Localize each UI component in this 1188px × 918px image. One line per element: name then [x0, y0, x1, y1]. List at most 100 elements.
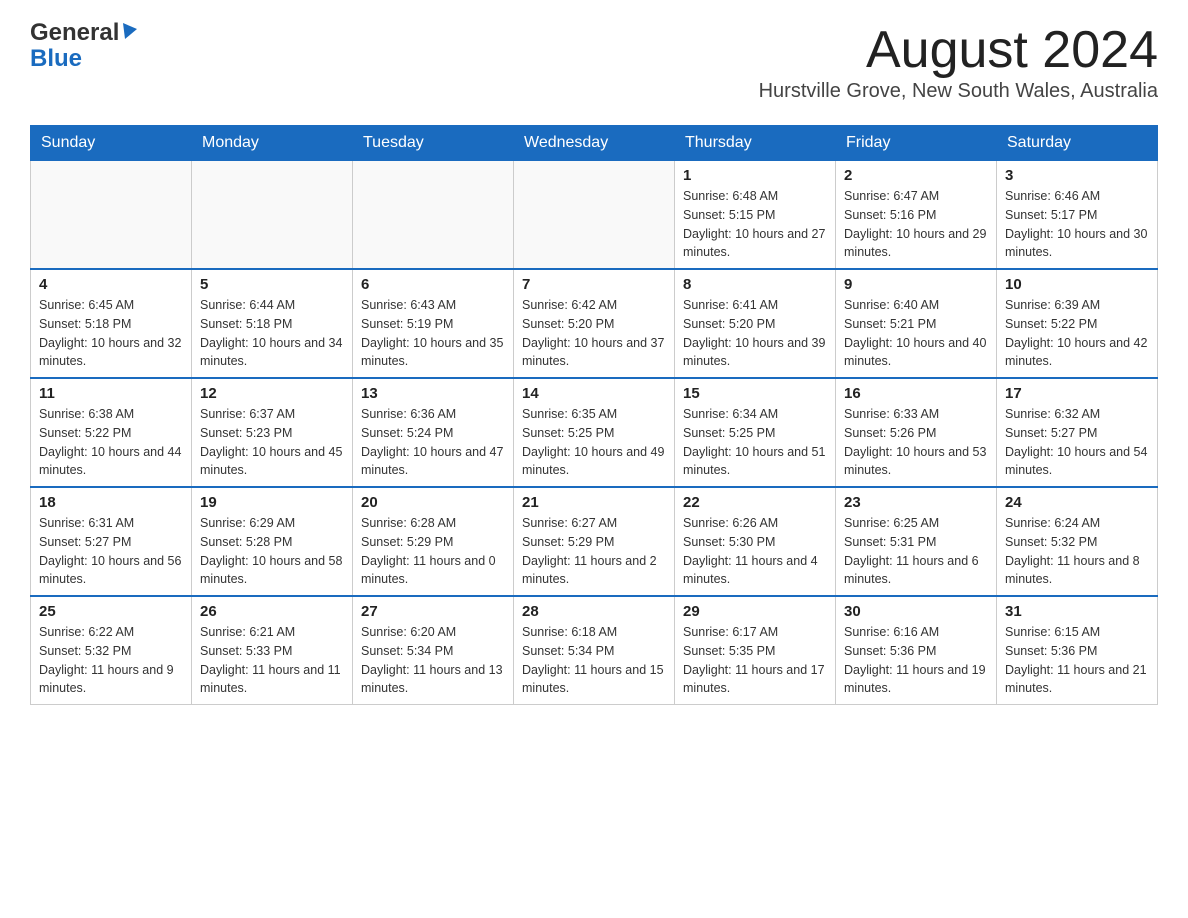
logo-general: General	[30, 20, 119, 46]
calendar-week-row: 4 Sunrise: 6:45 AM Sunset: 5:18 PM Daylig…	[31, 269, 1158, 378]
calendar-day-cell: 3Sunrise: 6:46 AM Sunset: 5:17 PM Daylig…	[997, 161, 1158, 270]
day-number: 13	[361, 385, 505, 402]
location-title: Hurstville Grove, New South Wales, Austr…	[759, 80, 1158, 103]
day-info: Sunrise: 6:25 AM Sunset: 5:31 PM Dayligh…	[844, 514, 988, 589]
day-number: 11	[39, 385, 183, 402]
day-info: Sunrise: 6:26 AM Sunset: 5:30 PM Dayligh…	[683, 514, 827, 589]
day-info: Sunrise: 6:32 AM Sunset: 5:27 PM Dayligh…	[1005, 405, 1149, 480]
day-info: Sunrise: 6:42 AM Sunset: 5:20 PM Dayligh…	[522, 296, 666, 371]
day-number: 1	[683, 167, 827, 184]
day-info: Sunrise: 6:39 AM Sunset: 5:22 PM Dayligh…	[1005, 296, 1149, 371]
day-number: 25	[39, 603, 183, 620]
day-number: 23	[844, 494, 988, 511]
calendar-day-cell: 14Sunrise: 6:35 AM Sunset: 5:25 PM Dayli…	[514, 378, 675, 487]
calendar-day-cell: 30 Sunrise: 6:16 AM Sunset: 5:36 PM Dayli…	[836, 596, 997, 705]
day-info: Sunrise: 6:33 AM Sunset: 5:26 PM Dayligh…	[844, 405, 988, 480]
calendar-day-cell: 11 Sunrise: 6:38 AM Sunset: 5:22 PM Dayli…	[31, 378, 192, 487]
day-info: Sunrise: 6:22 AM Sunset: 5:32 PM Dayligh…	[39, 623, 183, 698]
calendar-day-cell: 19 Sunrise: 6:29 AM Sunset: 5:28 PM Dayli…	[192, 487, 353, 596]
day-number: 30	[844, 603, 988, 620]
calendar-day-cell: 1 Sunrise: 6:48 AM Sunset: 5:15 PM Daylig…	[675, 161, 836, 270]
day-number: 4	[39, 276, 183, 293]
day-info: Sunrise: 6:40 AM Sunset: 5:21 PM Dayligh…	[844, 296, 988, 371]
day-info: Sunrise: 6:24 AM Sunset: 5:32 PM Dayligh…	[1005, 514, 1149, 589]
day-number: 16	[844, 385, 988, 402]
calendar-day-header: Sunday	[31, 126, 192, 161]
day-info: Sunrise: 6:47 AM Sunset: 5:16 PM Dayligh…	[844, 187, 988, 262]
day-info: Sunrise: 6:18 AM Sunset: 5:34 PM Dayligh…	[522, 623, 666, 698]
day-number: 7	[522, 276, 666, 293]
calendar-day-cell: 24Sunrise: 6:24 AM Sunset: 5:32 PM Dayli…	[997, 487, 1158, 596]
day-info: Sunrise: 6:43 AM Sunset: 5:19 PM Dayligh…	[361, 296, 505, 371]
calendar-day-cell: 4 Sunrise: 6:45 AM Sunset: 5:18 PM Daylig…	[31, 269, 192, 378]
calendar-day-cell: 25 Sunrise: 6:22 AM Sunset: 5:32 PM Dayli…	[31, 596, 192, 705]
calendar-day-cell: 17 Sunrise: 6:32 AM Sunset: 5:27 PM Dayli…	[997, 378, 1158, 487]
calendar-table: SundayMondayTuesdayWednesdayThursdayFrid…	[30, 125, 1158, 705]
month-title: August 2024	[759, 20, 1158, 80]
logo: General Blue	[30, 20, 139, 73]
calendar-day-cell: 28 Sunrise: 6:18 AM Sunset: 5:34 PM Dayli…	[514, 596, 675, 705]
day-number: 19	[200, 494, 344, 511]
day-number: 5	[200, 276, 344, 293]
calendar-week-row: 11 Sunrise: 6:38 AM Sunset: 5:22 PM Dayli…	[31, 378, 1158, 487]
day-info: Sunrise: 6:28 AM Sunset: 5:29 PM Dayligh…	[361, 514, 505, 589]
day-info: Sunrise: 6:20 AM Sunset: 5:34 PM Dayligh…	[361, 623, 505, 698]
calendar-day-cell: 16 Sunrise: 6:33 AM Sunset: 5:26 PM Dayli…	[836, 378, 997, 487]
day-info: Sunrise: 6:29 AM Sunset: 5:28 PM Dayligh…	[200, 514, 344, 589]
title-block: August 2024 Hurstville Grove, New South …	[759, 20, 1158, 115]
day-number: 9	[844, 276, 988, 293]
day-info: Sunrise: 6:34 AM Sunset: 5:25 PM Dayligh…	[683, 405, 827, 480]
day-number: 28	[522, 603, 666, 620]
day-number: 6	[361, 276, 505, 293]
calendar-day-cell: 12 Sunrise: 6:37 AM Sunset: 5:23 PM Dayli…	[192, 378, 353, 487]
day-number: 20	[361, 494, 505, 511]
day-info: Sunrise: 6:16 AM Sunset: 5:36 PM Dayligh…	[844, 623, 988, 698]
calendar-week-row: 1 Sunrise: 6:48 AM Sunset: 5:15 PM Daylig…	[31, 161, 1158, 270]
calendar-day-header: Thursday	[675, 126, 836, 161]
day-info: Sunrise: 6:41 AM Sunset: 5:20 PM Dayligh…	[683, 296, 827, 371]
day-info: Sunrise: 6:27 AM Sunset: 5:29 PM Dayligh…	[522, 514, 666, 589]
calendar-day-cell: 20 Sunrise: 6:28 AM Sunset: 5:29 PM Dayli…	[353, 487, 514, 596]
day-info: Sunrise: 6:15 AM Sunset: 5:36 PM Dayligh…	[1005, 623, 1149, 698]
day-number: 29	[683, 603, 827, 620]
day-number: 12	[200, 385, 344, 402]
calendar-day-cell	[514, 161, 675, 270]
day-number: 2	[844, 167, 988, 184]
calendar-day-header: Saturday	[997, 126, 1158, 161]
day-number: 21	[522, 494, 666, 511]
calendar-day-cell: 18Sunrise: 6:31 AM Sunset: 5:27 PM Dayli…	[31, 487, 192, 596]
calendar-day-cell: 9 Sunrise: 6:40 AM Sunset: 5:21 PM Daylig…	[836, 269, 997, 378]
calendar-day-cell: 2 Sunrise: 6:47 AM Sunset: 5:16 PM Daylig…	[836, 161, 997, 270]
day-info: Sunrise: 6:45 AM Sunset: 5:18 PM Dayligh…	[39, 296, 183, 371]
calendar-day-cell	[353, 161, 514, 270]
calendar-day-cell: 23 Sunrise: 6:25 AM Sunset: 5:31 PM Dayli…	[836, 487, 997, 596]
calendar-day-header: Monday	[192, 126, 353, 161]
calendar-day-cell: 6 Sunrise: 6:43 AM Sunset: 5:19 PM Daylig…	[353, 269, 514, 378]
calendar-day-cell: 7 Sunrise: 6:42 AM Sunset: 5:20 PM Daylig…	[514, 269, 675, 378]
calendar-day-cell	[192, 161, 353, 270]
calendar-day-cell: 27Sunrise: 6:20 AM Sunset: 5:34 PM Dayli…	[353, 596, 514, 705]
day-number: 15	[683, 385, 827, 402]
day-number: 26	[200, 603, 344, 620]
day-number: 18	[39, 494, 183, 511]
calendar-week-row: 18Sunrise: 6:31 AM Sunset: 5:27 PM Dayli…	[31, 487, 1158, 596]
day-number: 8	[683, 276, 827, 293]
logo-blue: Blue	[30, 46, 139, 72]
calendar-day-cell	[31, 161, 192, 270]
day-info: Sunrise: 6:21 AM Sunset: 5:33 PM Dayligh…	[200, 623, 344, 698]
logo-triangle-icon	[121, 21, 139, 46]
calendar-day-cell: 5Sunrise: 6:44 AM Sunset: 5:18 PM Daylig…	[192, 269, 353, 378]
day-info: Sunrise: 6:37 AM Sunset: 5:23 PM Dayligh…	[200, 405, 344, 480]
calendar-day-header: Tuesday	[353, 126, 514, 161]
calendar-day-cell: 21 Sunrise: 6:27 AM Sunset: 5:29 PM Dayli…	[514, 487, 675, 596]
day-number: 17	[1005, 385, 1149, 402]
day-info: Sunrise: 6:38 AM Sunset: 5:22 PM Dayligh…	[39, 405, 183, 480]
day-number: 10	[1005, 276, 1149, 293]
calendar-day-cell: 29Sunrise: 6:17 AM Sunset: 5:35 PM Dayli…	[675, 596, 836, 705]
calendar-day-header: Friday	[836, 126, 997, 161]
calendar-day-cell: 8 Sunrise: 6:41 AM Sunset: 5:20 PM Daylig…	[675, 269, 836, 378]
calendar-week-row: 25 Sunrise: 6:22 AM Sunset: 5:32 PM Dayli…	[31, 596, 1158, 705]
day-info: Sunrise: 6:48 AM Sunset: 5:15 PM Dayligh…	[683, 187, 827, 262]
day-info: Sunrise: 6:35 AM Sunset: 5:25 PM Dayligh…	[522, 405, 666, 480]
calendar-day-cell: 26 Sunrise: 6:21 AM Sunset: 5:33 PM Dayli…	[192, 596, 353, 705]
